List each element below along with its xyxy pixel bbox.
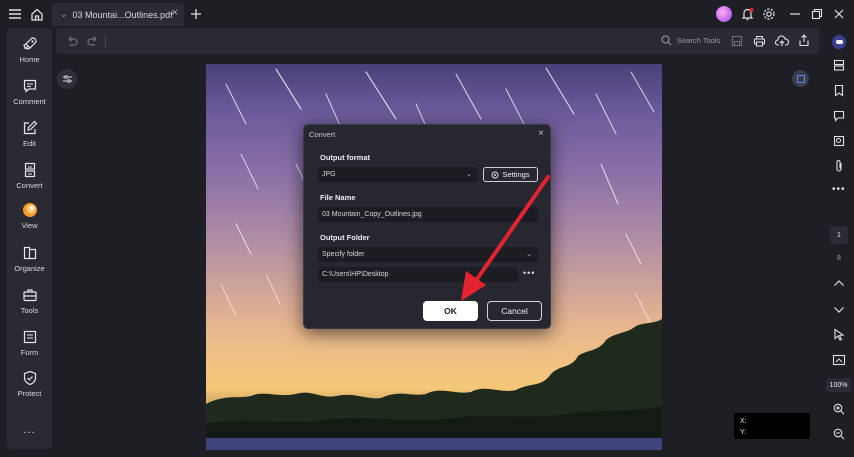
app-window: ⌄ 03 Mountai...Outlines.pdf × Home Comme… bbox=[0, 0, 854, 457]
annotation-arrow bbox=[461, 175, 550, 301]
